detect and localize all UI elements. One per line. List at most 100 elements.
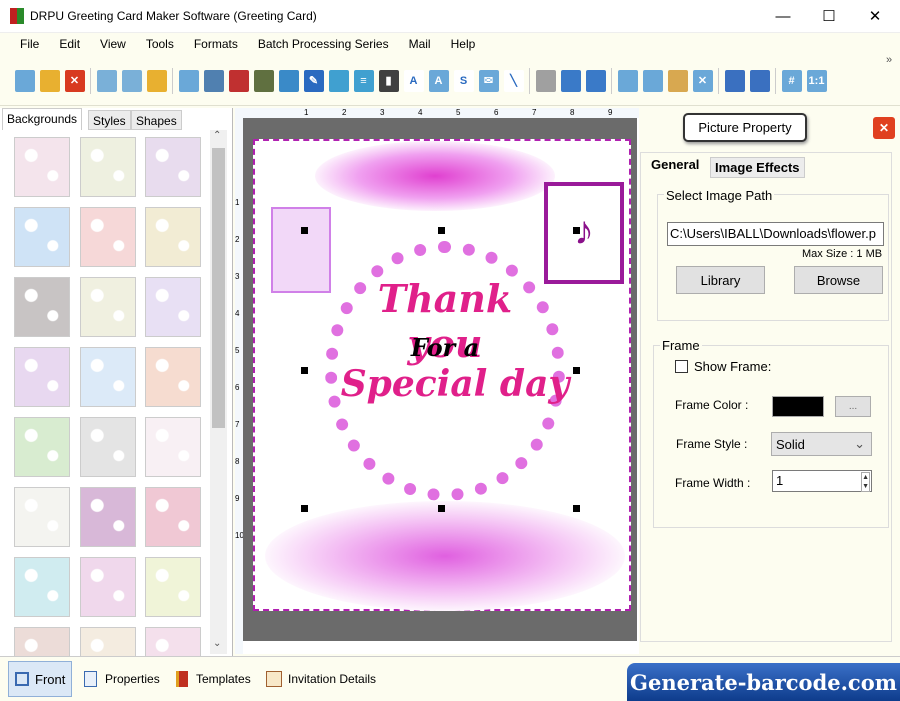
background-thumbnail[interactable]	[145, 487, 201, 547]
background-thumbnail[interactable]	[145, 557, 201, 617]
insert-image-button[interactable]	[278, 69, 299, 92]
greeting-card[interactable]: ♪ Thank you For a Special day	[253, 139, 631, 611]
scroll-up-icon[interactable]: ⌃	[213, 130, 221, 141]
shapes-button[interactable]	[328, 69, 349, 92]
cut-button[interactable]	[617, 69, 638, 92]
doodle-frame-image[interactable]: ♪	[544, 182, 624, 284]
tab-front[interactable]: Front	[8, 661, 73, 697]
tab-styles[interactable]: Styles	[88, 110, 131, 130]
email-button[interactable]: ✉	[478, 69, 499, 92]
tab-properties[interactable]: Properties	[78, 661, 166, 697]
minimize-button[interactable]: —	[760, 0, 806, 32]
scroll-down-icon[interactable]: ⌄	[213, 638, 221, 649]
background-thumbnail[interactable]	[14, 347, 70, 407]
selection-handle[interactable]	[301, 227, 308, 234]
gift-box-image[interactable]	[271, 207, 331, 293]
color-picker-button[interactable]: ...	[835, 396, 871, 417]
selection-handle[interactable]	[438, 505, 445, 512]
menu-batch[interactable]: Batch Processing Series	[258, 37, 389, 51]
background-thumbnail[interactable]	[80, 137, 136, 197]
frame-width-stepper[interactable]: 1 ▲ ▼	[772, 470, 872, 492]
selection-handle[interactable]	[573, 227, 580, 234]
library-button[interactable]: Library	[676, 266, 765, 294]
menu-help[interactable]: Help	[451, 37, 476, 51]
tab-image-effects[interactable]: Image Effects	[710, 157, 805, 178]
gallery-scrollbar[interactable]: ⌃ ⌄	[210, 130, 227, 654]
watermark-button[interactable]: ≡	[353, 69, 374, 92]
open-button[interactable]	[39, 69, 60, 92]
signature-button[interactable]: ✎	[303, 69, 324, 92]
print-preview-button[interactable]	[228, 69, 249, 92]
background-thumbnail[interactable]	[145, 417, 201, 477]
background-thumbnail[interactable]	[145, 207, 201, 267]
selection-handle[interactable]	[573, 505, 580, 512]
background-thumbnail[interactable]	[14, 557, 70, 617]
toolbar-overflow-button[interactable]: »	[886, 54, 892, 66]
selection-handle[interactable]	[573, 367, 580, 374]
background-thumbnail[interactable]	[80, 557, 136, 617]
background-thumbnail[interactable]	[14, 417, 70, 477]
background-thumbnail[interactable]	[145, 137, 201, 197]
line-button[interactable]: ╲	[503, 69, 524, 92]
save-button[interactable]	[96, 69, 117, 92]
card-line-2[interactable]: For a	[335, 333, 555, 362]
close-panel-button[interactable]: ✕	[873, 117, 895, 139]
frame-style-select[interactable]: Solid ⌄	[771, 432, 872, 456]
barcode-button[interactable]: ▮	[378, 69, 399, 92]
background-thumbnail[interactable]	[80, 277, 136, 337]
page-setup-button[interactable]	[178, 69, 199, 92]
tab-templates[interactable]: Templates	[170, 661, 257, 697]
background-thumbnail[interactable]	[14, 207, 70, 267]
frame-color-swatch[interactable]	[772, 396, 824, 417]
bring-front-button[interactable]	[724, 69, 745, 92]
redo-button[interactable]	[585, 69, 606, 92]
scrollbar-thumb[interactable]	[212, 148, 225, 428]
background-button[interactable]	[253, 69, 274, 92]
copy-button[interactable]	[642, 69, 663, 92]
undo-button[interactable]	[560, 69, 581, 92]
card-line-3[interactable]: Special day	[335, 363, 575, 405]
background-thumbnail[interactable]	[80, 417, 136, 477]
background-thumbnail[interactable]	[80, 487, 136, 547]
browse-button[interactable]: Browse	[794, 266, 883, 294]
selection-handle[interactable]	[438, 227, 445, 234]
background-thumbnail[interactable]	[14, 487, 70, 547]
wordart-button[interactable]: A	[428, 69, 449, 92]
background-thumbnail[interactable]	[80, 347, 136, 407]
symbol-button[interactable]: S	[453, 69, 474, 92]
paste-button[interactable]	[667, 69, 688, 92]
menu-tools[interactable]: Tools	[146, 37, 174, 51]
image-path-input[interactable]: C:\Users\IBALL\Downloads\flower.p	[667, 222, 884, 246]
background-thumbnail[interactable]	[145, 277, 201, 337]
background-thumbnail[interactable]	[14, 137, 70, 197]
grid-button[interactable]: #	[781, 69, 802, 92]
menu-edit[interactable]: Edit	[59, 37, 80, 51]
export-button[interactable]	[146, 69, 167, 92]
tab-invitation-details[interactable]: Invitation Details	[260, 661, 382, 697]
close-window-button[interactable]: ✕	[852, 0, 898, 32]
selection-handle[interactable]	[301, 505, 308, 512]
menu-file[interactable]: File	[20, 37, 39, 51]
new-button[interactable]	[14, 69, 35, 92]
send-back-button[interactable]	[749, 69, 770, 92]
background-thumbnail[interactable]	[145, 347, 201, 407]
show-frame-checkbox[interactable]	[675, 360, 688, 373]
tab-shapes[interactable]: Shapes	[131, 110, 182, 130]
tab-general[interactable]: General	[646, 154, 705, 175]
actual-size-button[interactable]: 1:1	[806, 69, 827, 92]
stepper-arrows-icon[interactable]: ▲ ▼	[861, 472, 870, 492]
text-button[interactable]: A	[403, 69, 424, 92]
database-button[interactable]	[535, 69, 556, 92]
maximize-button[interactable]: ☐	[806, 0, 852, 32]
background-thumbnail[interactable]	[14, 277, 70, 337]
tab-backgrounds[interactable]: Backgrounds	[2, 108, 83, 130]
selection-handle[interactable]	[301, 367, 308, 374]
menu-view[interactable]: View	[100, 37, 126, 51]
menu-formats[interactable]: Formats	[194, 37, 238, 51]
background-thumbnail[interactable]	[80, 207, 136, 267]
menu-mail[interactable]: Mail	[409, 37, 431, 51]
delete-button[interactable]: ✕	[692, 69, 713, 92]
print-button[interactable]	[203, 69, 224, 92]
close-button[interactable]: ✕	[64, 69, 85, 92]
save-as-button[interactable]	[121, 69, 142, 92]
